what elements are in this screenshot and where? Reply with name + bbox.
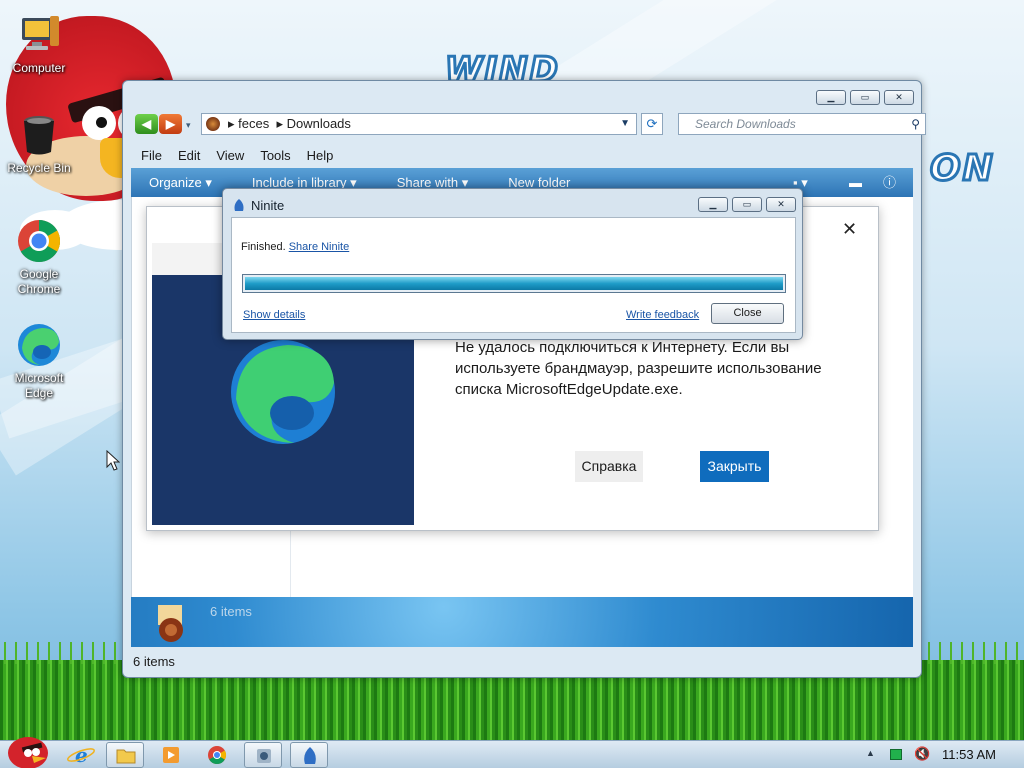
menu-bar: File Edit View Tools Help (131, 145, 913, 167)
minimize-button[interactable]: ▁ (698, 197, 728, 212)
show-details-link[interactable]: Show details (243, 309, 305, 321)
search-icon[interactable]: ⚲ (911, 114, 920, 134)
desktop-icon-label: Recycle Bin (7, 161, 71, 175)
menu-file[interactable]: File (141, 145, 162, 167)
breadcrumb-separator: ▸ (228, 116, 239, 131)
taskbar: e ▲ 🔇 11:53 AM (0, 737, 1024, 768)
desktop-icon-recycle-bin[interactable]: Recycle Bin (1, 112, 77, 176)
dialog-body: Finished. Share Ninite Show details Writ… (231, 217, 796, 333)
breadcrumb-item[interactable]: Downloads (287, 116, 351, 131)
breadcrumb-separator: ▸ (272, 116, 287, 131)
desktop-icon-label: Google Chrome (17, 267, 61, 296)
chrome-icon (208, 746, 227, 765)
menu-edit[interactable]: Edit (178, 145, 200, 167)
chrome-icon (18, 219, 61, 263)
address-row: ◀ ▶ ▾ ▸ feces ▸ Downloads ▼ ⟳ Search Dow… (135, 113, 926, 137)
mouse-cursor-icon (106, 450, 120, 471)
wallpaper-wordmark-right: ON (929, 147, 995, 191)
help-icon[interactable]: ⓘ (883, 168, 896, 197)
close-dialog-button[interactable]: Закрыть (700, 451, 769, 482)
share-ninite-link[interactable]: Share Ninite (289, 241, 350, 253)
recent-pages-icon[interactable]: ▾ (186, 120, 191, 131)
progress-fill (245, 277, 783, 290)
write-feedback-link[interactable]: Write feedback (626, 309, 699, 321)
progress-bar (242, 274, 786, 293)
breadcrumb-item[interactable]: feces (238, 116, 269, 131)
details-item-count: 6 items (210, 604, 252, 619)
maximize-button[interactable]: ▭ (732, 197, 762, 212)
folder-icon (116, 749, 136, 764)
window-titlebar[interactable]: ▁ ▭ ✕ (123, 81, 921, 111)
close-window-button[interactable]: ✕ (884, 90, 914, 105)
show-hidden-icons[interactable]: ▲ (866, 748, 875, 758)
forward-button[interactable]: ▶ (159, 114, 182, 134)
taskbar-ninite-installer[interactable] (244, 742, 282, 768)
edge-logo-icon (231, 340, 335, 444)
computer-icon (22, 16, 59, 50)
taskbar-internet-explorer[interactable]: e (62, 742, 100, 768)
ninite-logo-icon (304, 747, 316, 764)
taskbar-ninite[interactable] (290, 742, 328, 768)
desktop-icon-label: Computer (12, 61, 66, 75)
pane-divider (290, 527, 291, 597)
system-tray: ▲ 🔇 11:53 AM (854, 741, 1024, 768)
desktop-icon-google-chrome[interactable]: Google Chrome (1, 218, 77, 297)
ninite-dialog: Ninite ▁ ▭ ✕ Finished. Share Ninite Show… (222, 188, 803, 340)
address-bar[interactable]: ▸ feces ▸ Downloads ▼ (201, 113, 637, 135)
volume-muted-icon[interactable]: 🔇 (914, 746, 930, 762)
menu-help[interactable]: Help (307, 145, 334, 167)
close-button[interactable]: Close (711, 303, 784, 324)
menu-view[interactable]: View (216, 145, 244, 167)
refresh-icon[interactable]: ⟳ (641, 113, 663, 135)
clock[interactable]: 11:53 AM (942, 747, 996, 762)
recycle-bin-icon (24, 116, 54, 155)
media-player-icon (163, 747, 179, 763)
status-text: Finished. (241, 241, 286, 253)
dialog-title: Ninite (251, 198, 285, 213)
desktop-icon-computer[interactable]: Computer (1, 12, 77, 76)
installer-icon (257, 749, 271, 763)
start-button[interactable] (4, 729, 50, 768)
menu-tools[interactable]: Tools (260, 145, 290, 167)
details-pane: 6 items (131, 597, 913, 647)
help-button[interactable]: Справка (575, 451, 643, 482)
organize-button[interactable]: Organize ▾ (149, 168, 212, 197)
taskbar-chrome[interactable] (198, 742, 236, 768)
status-bar: 6 items (131, 651, 913, 673)
desktop-icon-microsoft-edge[interactable]: Microsoft Edge (1, 322, 77, 401)
status-item-count: 6 items (133, 654, 175, 669)
minimize-button[interactable]: ▁ (816, 90, 846, 105)
maximize-button[interactable]: ▭ (850, 90, 880, 105)
back-button[interactable]: ◀ (135, 114, 158, 134)
desktop-icon-label: Microsoft Edge (14, 371, 64, 400)
internet-explorer-icon: e (67, 743, 95, 767)
folder-thumbnail-icon (158, 605, 183, 642)
folder-icon (206, 117, 220, 131)
network-icon[interactable] (890, 749, 902, 760)
close-icon[interactable]: ✕ (842, 219, 857, 240)
status-line: Finished. Share Ninite (241, 241, 349, 253)
taskbar-media-player[interactable] (152, 742, 190, 768)
error-message: Не удалось подключиться к Интернету. Есл… (455, 339, 822, 398)
edge-icon (18, 324, 60, 366)
ninite-logo-icon (234, 199, 244, 211)
svg-text:e: e (75, 743, 88, 767)
search-input[interactable]: Search Downloads ⚲ (678, 113, 926, 135)
address-dropdown-icon[interactable]: ▼ (620, 114, 630, 134)
close-window-button[interactable]: ✕ (766, 197, 796, 212)
preview-pane-icon[interactable]: ▬ (849, 168, 862, 197)
taskbar-explorer[interactable] (106, 742, 144, 768)
